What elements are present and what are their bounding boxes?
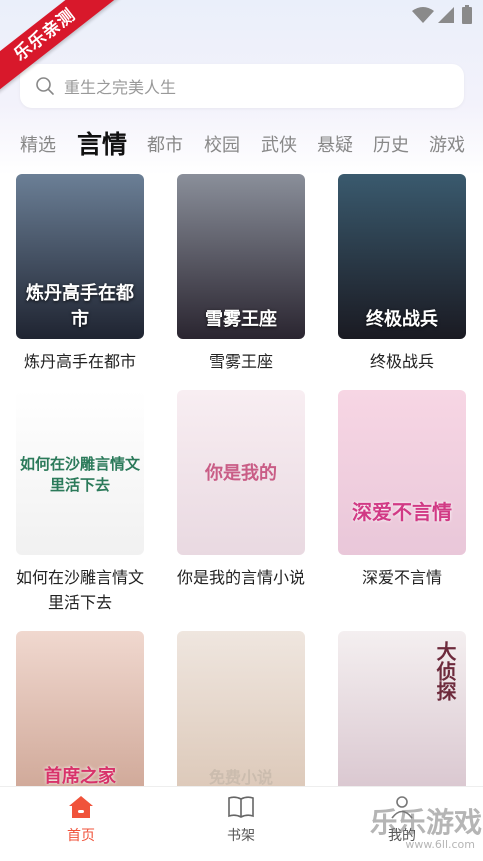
site-watermark-text: 乐乐游戏 bbox=[370, 806, 483, 839]
site-watermark: 乐乐游戏 www.6ll.com bbox=[370, 808, 483, 860]
category-tabs: 精选 言情 都市 校园 武侠 悬疑 历史 游戏 bbox=[0, 125, 483, 161]
nav-label: 首页 bbox=[67, 828, 95, 844]
tab-lishi[interactable]: 历史 bbox=[373, 131, 409, 157]
tab-jingxuan[interactable]: 精选 bbox=[20, 131, 56, 157]
book-title[interactable]: 你是我的言情小说 bbox=[171, 565, 311, 590]
search-bar[interactable] bbox=[20, 64, 464, 110]
book-card[interactable]: 大侦探 bbox=[332, 631, 472, 796]
book-card[interactable]: 雪雾王座 雪雾王座 bbox=[171, 174, 311, 374]
book-card[interactable]: 你是我的 你是我的言情小说 bbox=[171, 390, 311, 590]
battery-icon bbox=[462, 5, 472, 24]
book-card[interactable]: 深爱不言情 深爱不言情 bbox=[332, 390, 472, 590]
cover-title: 首席之家 bbox=[44, 766, 116, 787]
book-cover[interactable]: 如何在沙雕言情文里活下去 bbox=[16, 390, 144, 555]
book-title[interactable]: 炼丹高手在都市 bbox=[10, 349, 150, 374]
tab-dushi[interactable]: 都市 bbox=[147, 131, 183, 157]
book-card[interactable]: 首席之家 bbox=[10, 631, 150, 796]
nav-bookshelf[interactable]: 书架 bbox=[201, 795, 281, 845]
nav-label: 书架 bbox=[227, 828, 255, 844]
search-icon bbox=[36, 77, 54, 95]
book-cover[interactable]: 炼丹高手在都市 bbox=[16, 174, 144, 339]
tab-youxi[interactable]: 游戏 bbox=[429, 131, 465, 157]
tab-wuxia[interactable]: 武侠 bbox=[261, 131, 297, 157]
book-card[interactable]: 免费小说 bbox=[171, 631, 311, 796]
book-cover[interactable]: 雪雾王座 bbox=[177, 174, 305, 339]
book-card[interactable]: 终极战兵 终极战兵 bbox=[332, 174, 472, 374]
book-card[interactable]: 如何在沙雕言情文里活下去 如何在沙雕言情文里活下去 bbox=[10, 390, 150, 615]
bookshelf-icon bbox=[228, 796, 254, 818]
book-title[interactable]: 深爱不言情 bbox=[332, 565, 472, 590]
book-cover[interactable]: 免费小说 bbox=[177, 631, 305, 796]
cover-title: 炼丹高手在都市 bbox=[26, 283, 134, 330]
cover-title: 终极战兵 bbox=[366, 309, 438, 330]
cover-title: 大侦探 bbox=[433, 641, 457, 701]
signal-icon bbox=[438, 7, 454, 23]
tab-yanqing[interactable]: 言情 bbox=[77, 125, 127, 161]
book-cover[interactable]: 深爱不言情 bbox=[338, 390, 466, 555]
book-title[interactable]: 雪雾王座 bbox=[171, 349, 311, 374]
wifi-icon bbox=[412, 7, 434, 23]
book-cover[interactable]: 大侦探 bbox=[338, 631, 466, 796]
book-card[interactable]: 炼丹高手在都市 炼丹高手在都市 bbox=[10, 174, 150, 374]
cover-title: 你是我的 bbox=[205, 463, 277, 484]
book-title[interactable]: 如何在沙雕言情文里活下去 bbox=[10, 565, 150, 615]
cover-title: 深爱不言情 bbox=[352, 500, 452, 524]
tab-xiaoyuan[interactable]: 校园 bbox=[204, 131, 240, 157]
cover-title: 雪雾王座 bbox=[205, 309, 277, 330]
book-cover[interactable]: 终极战兵 bbox=[338, 174, 466, 339]
site-watermark-url: www.6ll.com bbox=[405, 838, 475, 851]
book-cover[interactable]: 你是我的 bbox=[177, 390, 305, 555]
book-cover[interactable]: 首席之家 bbox=[16, 631, 144, 796]
tab-xuanyi[interactable]: 悬疑 bbox=[317, 131, 353, 157]
nav-home[interactable]: 首页 bbox=[41, 795, 121, 845]
home-icon bbox=[69, 796, 93, 818]
book-title[interactable]: 终极战兵 bbox=[332, 349, 472, 374]
search-input[interactable] bbox=[62, 64, 446, 110]
cover-title: 免费小说 bbox=[208, 768, 273, 787]
cover-title: 如何在沙雕言情文里活下去 bbox=[20, 455, 141, 494]
